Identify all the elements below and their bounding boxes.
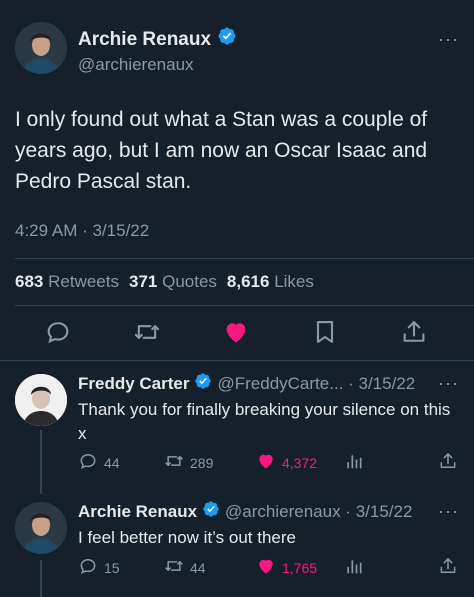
- heart-icon[interactable]: [222, 318, 250, 346]
- reply-count: 44: [104, 454, 120, 471]
- reply-author-name[interactable]: Archie Renaux: [78, 501, 197, 523]
- tweet-actions: [0, 318, 474, 348]
- retweets-label: Retweets: [48, 272, 119, 291]
- retweet-icon: [164, 451, 184, 474]
- quotes-count: 371: [128, 272, 158, 291]
- like-count: 1,765: [282, 559, 318, 576]
- author-name-row[interactable]: Archie Renaux: [78, 26, 237, 53]
- reply-meta[interactable]: @archierenaux · 3/15/22: [225, 501, 412, 523]
- reply-button[interactable]: 15: [78, 556, 120, 579]
- author-handle[interactable]: @archierenaux: [78, 54, 237, 76]
- likes-count: 8,616: [226, 272, 270, 291]
- more-icon[interactable]: ···: [438, 30, 459, 48]
- verified-badge-icon: [202, 500, 220, 524]
- reply-author-name[interactable]: Freddy Carter: [78, 373, 189, 395]
- reply-actions: 44 289 4,372: [78, 451, 458, 473]
- reply-icon: [78, 451, 98, 474]
- reply-text: Thank you for finally breaking your sile…: [78, 400, 451, 443]
- like-button[interactable]: 4,372: [256, 451, 317, 474]
- retweets-count: 683: [15, 272, 44, 291]
- reply-meta[interactable]: @FreddyCarte... · 3/15/22: [217, 373, 415, 395]
- like-count: 4,372: [282, 454, 318, 471]
- reply-button[interactable]: 44: [78, 451, 120, 474]
- heart-icon: [256, 451, 276, 474]
- analytics-icon[interactable]: [344, 556, 364, 576]
- analytics-icon[interactable]: [344, 451, 364, 471]
- likes-stat[interactable]: 8,616 Likes: [227, 272, 314, 292]
- reply-avatar[interactable]: [15, 502, 67, 554]
- reply-icon[interactable]: [44, 318, 72, 346]
- thread-line: [40, 430, 42, 494]
- reply-tweet[interactable]: Archie Renaux @archierenaux · 3/15/22 I …: [78, 500, 458, 550]
- reply-icon: [78, 556, 98, 579]
- retweet-count: 44: [190, 559, 206, 576]
- likes-label: Likes: [274, 272, 314, 291]
- bookmark-icon[interactable]: [311, 318, 339, 346]
- divider: [0, 360, 474, 361]
- retweet-icon[interactable]: [133, 318, 161, 346]
- more-icon[interactable]: ···: [438, 502, 459, 520]
- verified-badge-icon: [217, 26, 237, 53]
- more-icon[interactable]: ···: [438, 374, 459, 392]
- retweet-button[interactable]: 44: [164, 556, 206, 579]
- reply-count: 15: [104, 559, 120, 576]
- tweet-header: Archie Renaux @archierenaux: [78, 26, 237, 76]
- share-icon[interactable]: [400, 318, 428, 346]
- quotes-stat[interactable]: 371 Quotes: [129, 272, 217, 292]
- reply-text: I feel better now it’s out there: [78, 528, 296, 547]
- tweet-timestamp[interactable]: 4:29 AM · 3/15/22: [15, 221, 149, 241]
- reply-actions: 15 44 1,765: [78, 556, 458, 578]
- like-button[interactable]: 1,765: [256, 556, 317, 579]
- share-icon[interactable]: [438, 556, 458, 576]
- retweets-stat[interactable]: 683 Retweets: [15, 272, 119, 292]
- verified-badge-icon: [194, 372, 212, 396]
- share-icon[interactable]: [438, 451, 458, 471]
- retweet-button[interactable]: 289: [164, 451, 213, 474]
- heart-icon: [256, 556, 276, 579]
- thread-line: [40, 560, 42, 597]
- tweet-stats: 683 Retweets 371 Quotes 8,616 Likes: [15, 272, 314, 292]
- divider: [15, 305, 474, 306]
- reply-tweet[interactable]: Freddy Carter @FreddyCarte... · 3/15/22 …: [78, 372, 458, 446]
- tweet-text: I only found out what a Stan was a coupl…: [15, 108, 428, 193]
- retweet-count: 289: [190, 454, 214, 471]
- author-avatar[interactable]: [15, 22, 67, 74]
- retweet-icon: [164, 556, 184, 579]
- divider: [15, 258, 474, 259]
- reply-avatar[interactable]: [15, 374, 67, 426]
- quotes-label: Quotes: [162, 272, 217, 291]
- author-name[interactable]: Archie Renaux: [78, 28, 211, 52]
